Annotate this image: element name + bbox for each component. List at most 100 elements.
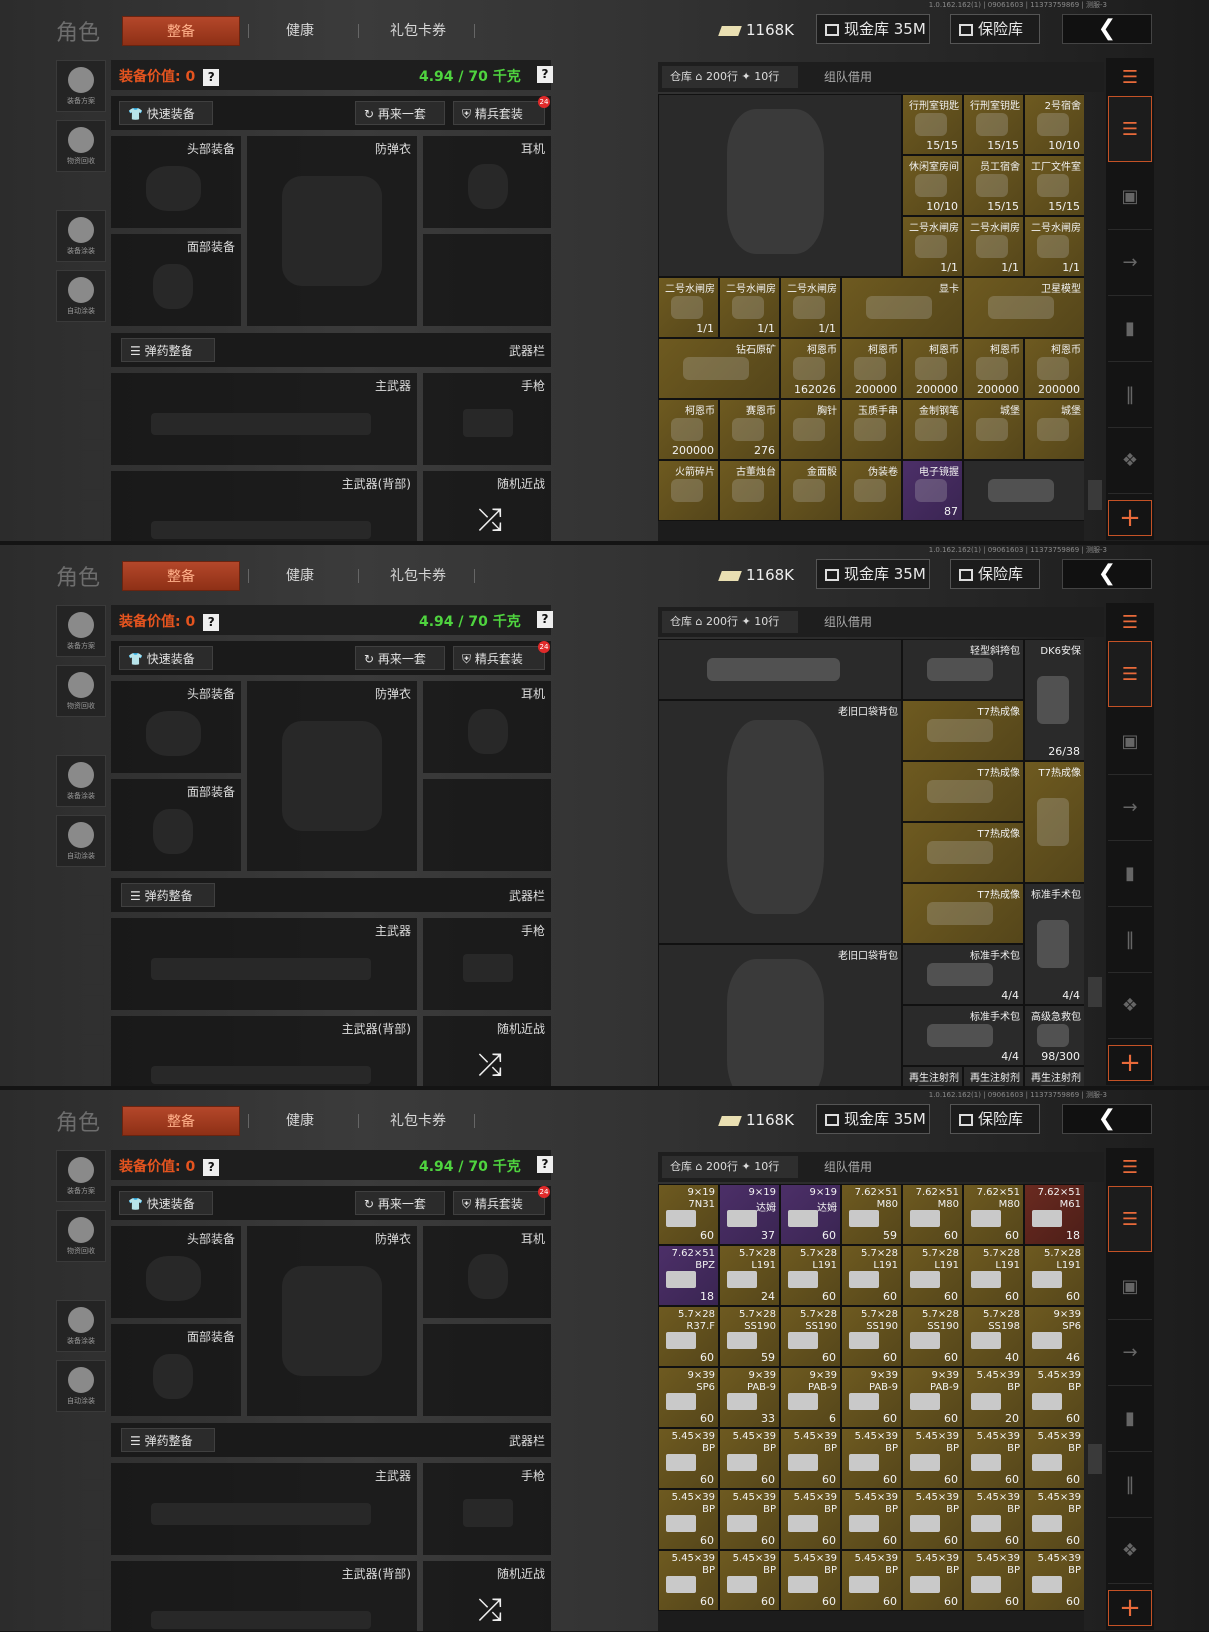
ammo-item[interactable]: 5.45×39 BP 60: [719, 1550, 780, 1611]
armor-slot[interactable]: 防弹衣: [247, 681, 417, 871]
tab-gift-cards[interactable]: 礼包卡券: [378, 1106, 458, 1136]
tab-warehouse[interactable]: 仓库 ⌂ 200行 ✦ 10行: [662, 1156, 798, 1178]
inventory-item[interactable]: 二号水闸房 1/1: [719, 277, 780, 338]
inventory-item[interactable]: 员工宿舍 15/15: [963, 155, 1024, 216]
ammo-item[interactable]: 9×39 PAB-9 60: [902, 1367, 963, 1428]
scrollbar-thumb[interactable]: [1088, 977, 1102, 1007]
inventory-item[interactable]: 柯恩币 200000: [963, 338, 1024, 399]
inventory-item[interactable]: 金制钢笔: [902, 399, 963, 460]
ammo-item[interactable]: 5.45×39 BP 60: [963, 1550, 1024, 1611]
help-icon[interactable]: ?: [203, 614, 220, 631]
ammo-item[interactable]: 9×39 PAB-9 33: [719, 1367, 780, 1428]
ammo-item[interactable]: 5.45×39 BP 20: [963, 1367, 1024, 1428]
melee-slot[interactable]: 随机近战 ⤮: [423, 1016, 551, 1086]
face-slot[interactable]: 面部装备: [111, 1324, 241, 1416]
help-icon[interactable]: ?: [203, 1159, 220, 1176]
ammo-item[interactable]: 7.62×51 M80 60: [902, 1184, 963, 1245]
primary-weapon-slot[interactable]: 主武器: [111, 1463, 417, 1555]
category-magazine-icon[interactable]: ▮: [1108, 1386, 1152, 1452]
pistol-slot[interactable]: 手枪: [423, 918, 551, 1010]
ammo-item[interactable]: 5.45×39 BP 60: [841, 1428, 902, 1489]
pistol-slot[interactable]: 手枪: [423, 1463, 551, 1555]
category-armor-icon[interactable]: ▣: [1108, 709, 1152, 775]
add-button[interactable]: +: [1108, 1590, 1152, 1626]
ammo-item[interactable]: 5.7×28 SS190 59: [719, 1306, 780, 1367]
safe-button[interactable]: 保险库: [950, 14, 1040, 44]
sidebar-item-skin[interactable]: 装备涂装: [56, 755, 106, 807]
ammo-prep-button[interactable]: ☰ 弹药整备: [121, 1428, 215, 1452]
cash-vault-button[interactable]: 现金库 35M: [816, 559, 930, 589]
primary-weapon-slot[interactable]: 主武器: [111, 373, 417, 465]
melee-slot[interactable]: 随机近战 ⤮: [423, 1561, 551, 1631]
cash-vault-button[interactable]: 现金库 35M: [816, 14, 930, 44]
category-all[interactable]: ☰: [1108, 1186, 1152, 1252]
quick-equip-button[interactable]: 👕 快速装备: [119, 1191, 213, 1215]
ammo-item[interactable]: 5.45×39 BP 60: [658, 1428, 719, 1489]
inventory-item[interactable]: 行刑室钥匙 15/15: [902, 94, 963, 155]
inventory-item[interactable]: 火箭碎片: [658, 460, 719, 521]
repeat-loadout-button[interactable]: ↻ 再来一套: [355, 1191, 445, 1215]
category-all[interactable]: ☰: [1108, 96, 1152, 162]
tab-health[interactable]: 健康: [270, 561, 330, 591]
ammo-item[interactable]: 5.45×39 BP 60: [902, 1550, 963, 1611]
category-ammo-icon[interactable]: ‖: [1108, 907, 1152, 973]
ammo-item[interactable]: 7.62×51 M61 18: [1024, 1184, 1084, 1245]
ammo-item[interactable]: 5.45×39 BP 60: [780, 1489, 841, 1550]
inventory-item[interactable]: 玉质手串: [841, 399, 902, 460]
inventory-item[interactable]: 柯恩币 200000: [1024, 338, 1084, 399]
ammo-item[interactable]: 5.7×28 L191 24: [719, 1245, 780, 1306]
inventory-item[interactable]: T7热成像: [902, 883, 1024, 944]
category-misc-icon[interactable]: ❖: [1108, 428, 1152, 494]
sidebar-item-recycle[interactable]: 物资回收: [56, 665, 106, 717]
inventory-item[interactable]: 卫星模型: [963, 277, 1084, 338]
tab-team-borrow[interactable]: 组队借用: [824, 66, 872, 88]
category-armor-icon[interactable]: ▣: [1108, 1254, 1152, 1320]
ammo-item[interactable]: 9×19 7N31 60: [658, 1184, 719, 1245]
ammo-item[interactable]: 5.45×39 BP 60: [1024, 1367, 1084, 1428]
inventory-item[interactable]: 标准手术包 4/4: [902, 944, 1024, 1005]
sort-stack-icon[interactable]: ☰: [1108, 605, 1152, 641]
sort-stack-icon[interactable]: ☰: [1108, 1150, 1152, 1186]
ammo-item[interactable]: 5.45×39 BP 60: [1024, 1550, 1084, 1611]
inventory-item[interactable]: 老旧口袋背包: [658, 700, 902, 944]
category-rifle-icon[interactable]: →: [1108, 230, 1152, 296]
sidebar-item-skin[interactable]: 装备涂装: [56, 1300, 106, 1352]
ammo-item[interactable]: 5.7×28 L191 60: [902, 1245, 963, 1306]
back-button[interactable]: ❮: [1062, 14, 1152, 44]
back-weapon-slot[interactable]: 主武器(背部): [111, 1561, 417, 1631]
ammo-item[interactable]: 5.45×39 BP 60: [780, 1550, 841, 1611]
category-ammo-icon[interactable]: ‖: [1108, 1452, 1152, 1518]
ammo-item[interactable]: 9×39 PAB-9 6: [780, 1367, 841, 1428]
ammo-item[interactable]: 5.45×39 BP 60: [658, 1550, 719, 1611]
face-slot[interactable]: 面部装备: [111, 779, 241, 871]
inventory-item[interactable]: T7热成像: [1024, 761, 1084, 883]
sidebar-item-loadout-plan[interactable]: 装备方案: [56, 605, 106, 657]
ammo-item[interactable]: 5.45×39 BP 60: [658, 1489, 719, 1550]
tab-gift-cards[interactable]: 礼包卡券: [378, 16, 458, 46]
category-magazine-icon[interactable]: ▮: [1108, 841, 1152, 907]
inventory-item[interactable]: 老旧口袋背包: [658, 944, 902, 1086]
ammo-item[interactable]: 5.7×28 SS190 60: [780, 1306, 841, 1367]
inventory-item[interactable]: 再生注射剂: [902, 1066, 963, 1086]
back-button[interactable]: ❮: [1062, 559, 1152, 589]
inventory-item[interactable]: 标准手术包 4/4: [902, 1005, 1024, 1066]
inventory-item[interactable]: 柯恩币 200000: [658, 399, 719, 460]
ammo-item[interactable]: 7.62×51 BPZ 18: [658, 1245, 719, 1306]
armor-slot[interactable]: 防弹衣: [247, 1226, 417, 1416]
inventory-item[interactable]: 二号水闸房 1/1: [963, 216, 1024, 277]
face-slot[interactable]: 面部装备: [111, 234, 241, 326]
sidebar-item-skin[interactable]: 装备涂装: [56, 210, 106, 262]
category-misc-icon[interactable]: ❖: [1108, 1518, 1152, 1584]
back-button[interactable]: ❮: [1062, 1104, 1152, 1134]
safe-button[interactable]: 保险库: [950, 1104, 1040, 1134]
tab-gift-cards[interactable]: 礼包卡券: [378, 561, 458, 591]
tab-health[interactable]: 健康: [270, 16, 330, 46]
armor-slot[interactable]: 防弹衣: [247, 136, 417, 326]
scrollbar-thumb[interactable]: [1088, 1444, 1102, 1474]
elite-set-button[interactable]: ⛨ 精兵套装 24: [453, 96, 550, 125]
scrollbar-thumb[interactable]: [1088, 480, 1102, 510]
ammo-prep-button[interactable]: ☰ 弹药整备: [121, 338, 215, 362]
inventory-item[interactable]: [658, 639, 902, 700]
inventory-item[interactable]: 伪装卷: [841, 460, 902, 521]
elite-set-button[interactable]: ⛨ 精兵套装 24: [453, 641, 550, 670]
